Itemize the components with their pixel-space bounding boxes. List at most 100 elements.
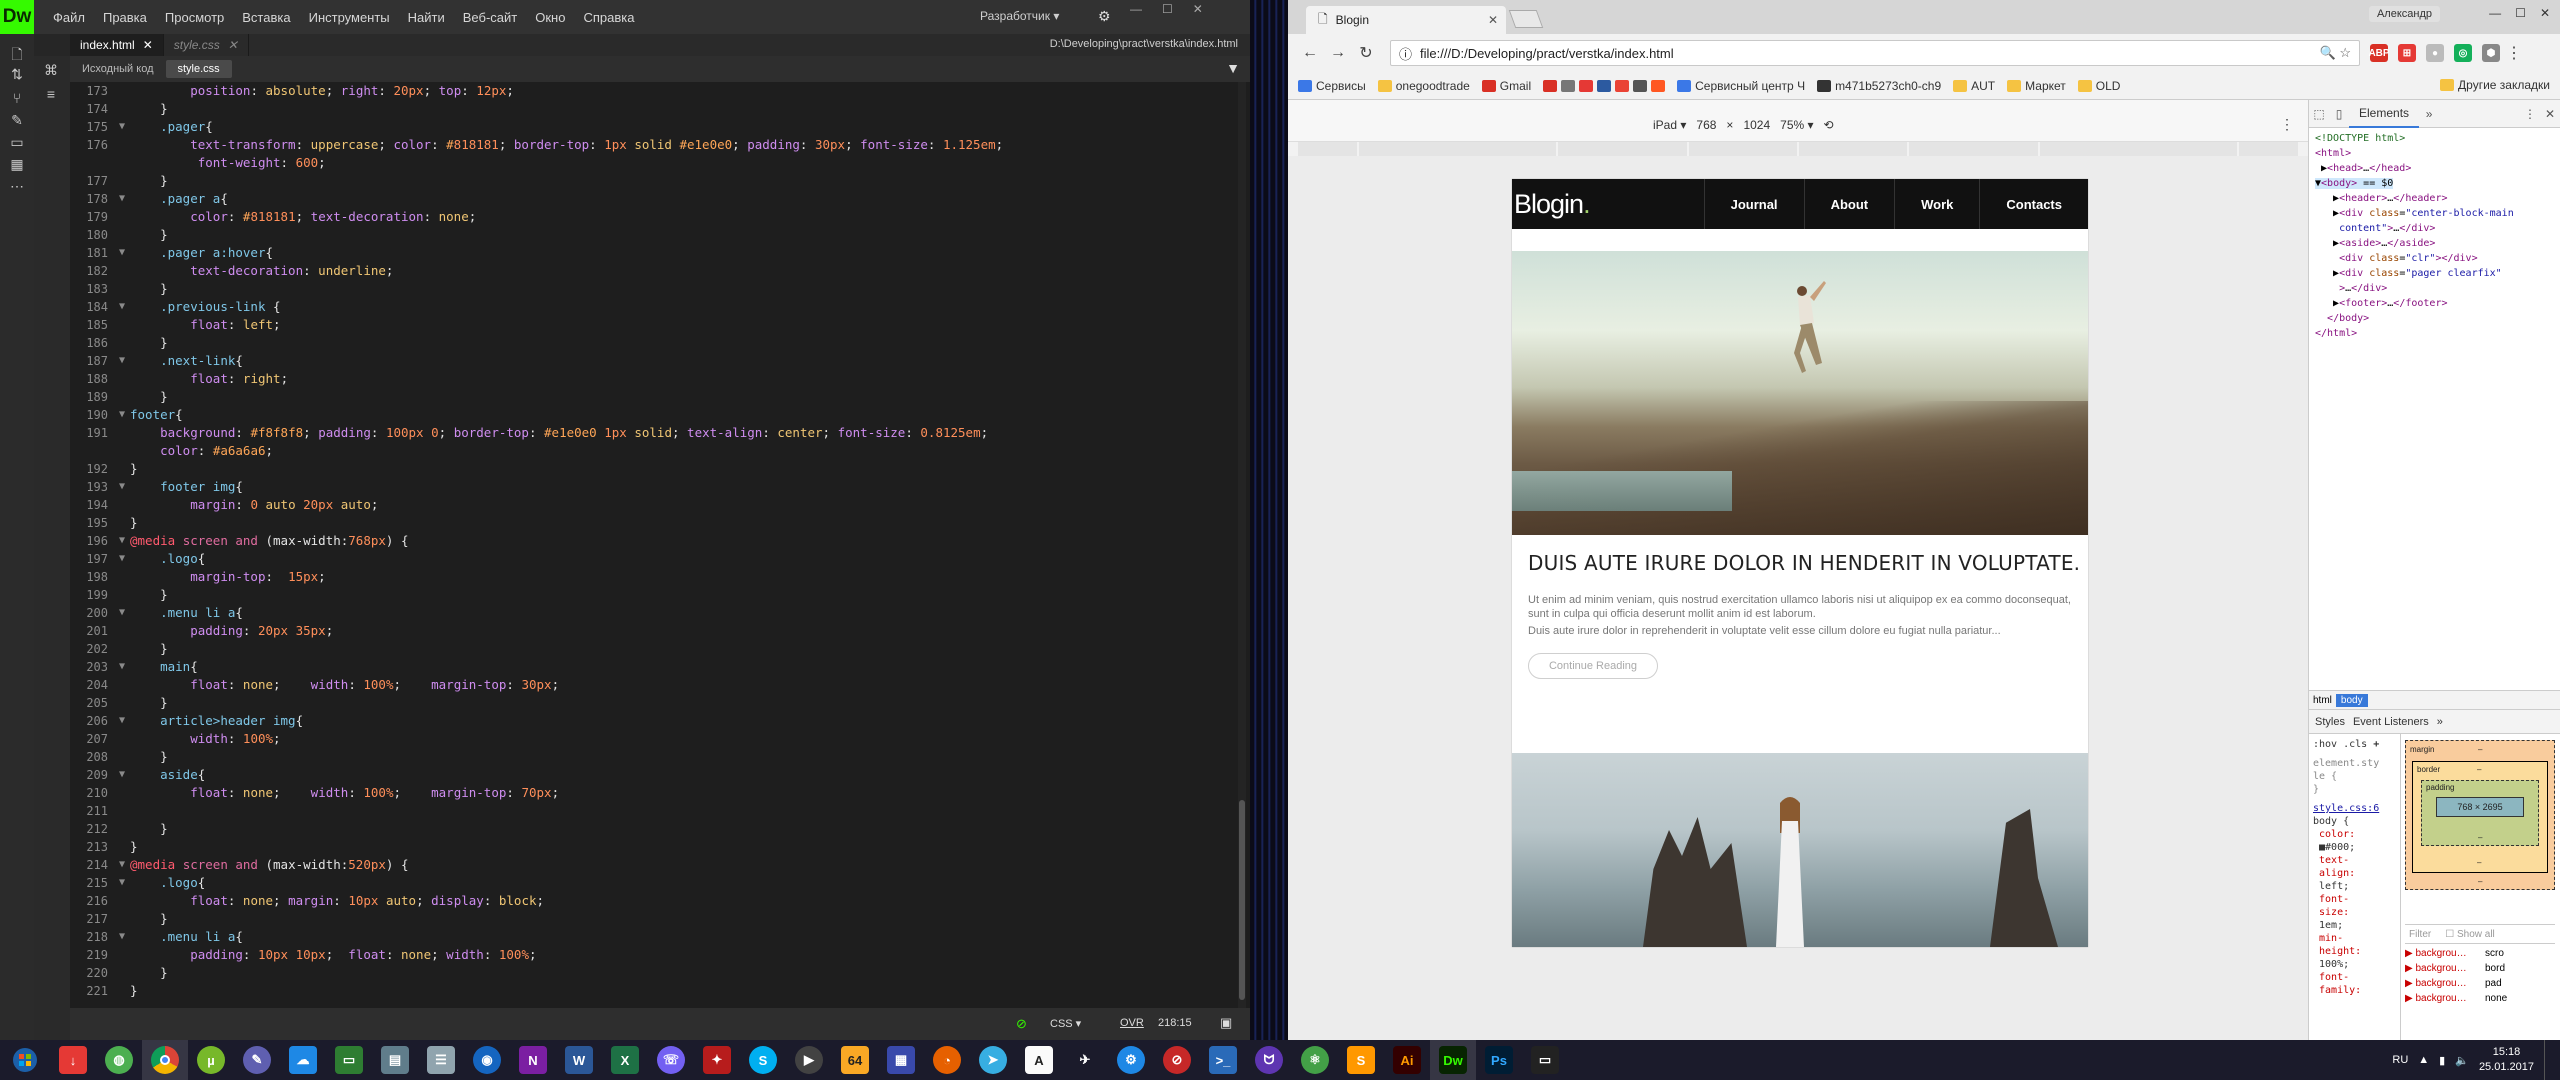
maximize-icon[interactable]: ☐ bbox=[2515, 6, 2526, 20]
dom-icon[interactable]: ⌘ bbox=[42, 62, 60, 80]
gear-icon[interactable]: ⚙ bbox=[1098, 8, 1111, 25]
code-line[interactable]: 197 ▼ .logo{ bbox=[70, 550, 1250, 568]
code-line[interactable]: 213} bbox=[70, 838, 1250, 856]
taskbar-archive-app[interactable]: ▦ bbox=[878, 1040, 924, 1080]
fold-toggle-icon[interactable]: ▼ bbox=[114, 352, 130, 370]
zoom-select[interactable]: 75% ▾ bbox=[1780, 118, 1813, 132]
code-line[interactable]: 185 float: left; bbox=[70, 316, 1250, 334]
network-icon[interactable]: ▮ bbox=[2439, 1054, 2445, 1067]
browser-tab[interactable]: 🗋 Blogin ✕ bbox=[1306, 6, 1506, 34]
fold-toggle-icon[interactable]: ▼ bbox=[114, 118, 130, 136]
taskbar-utorrent[interactable]: µ bbox=[188, 1040, 234, 1080]
filter-input[interactable]: Filter bbox=[2409, 929, 2431, 940]
brush-icon[interactable]: ✎ bbox=[8, 112, 26, 130]
tab-style-css[interactable]: style.css ✕ bbox=[164, 34, 249, 56]
menu-view[interactable]: Просмотр bbox=[156, 10, 233, 25]
crumb-html[interactable]: html bbox=[2313, 695, 2332, 706]
menu-file[interactable]: Файл bbox=[44, 10, 94, 25]
bookmark-memory[interactable]: m471b5273ch0-ch9 bbox=[1817, 79, 1941, 93]
close-icon[interactable]: ✕ bbox=[1193, 2, 1203, 16]
language-selector[interactable]: CSS ▾ bbox=[1050, 1017, 1081, 1030]
taskbar-terminal[interactable]: ▭ bbox=[1522, 1040, 1568, 1080]
fold-toggle-icon[interactable]: ▼ bbox=[114, 874, 130, 892]
style-css-button[interactable]: style.css bbox=[165, 60, 232, 78]
taskbar-viber[interactable]: ☏ bbox=[648, 1040, 694, 1080]
tab-elements[interactable]: Elements bbox=[2349, 100, 2420, 128]
menu-insert[interactable]: Вставка bbox=[233, 10, 299, 25]
volume-icon[interactable]: 🔈 bbox=[2455, 1054, 2469, 1067]
code-line[interactable]: 190 ▼ footer{ bbox=[70, 406, 1250, 424]
computed-row[interactable]: ▶ backgrou… none bbox=[2405, 991, 2555, 1006]
taskbar-cat-app[interactable]: ᗢ bbox=[1246, 1040, 1292, 1080]
hov-toggle[interactable]: :hov bbox=[2313, 739, 2337, 750]
address-bar[interactable]: ⓘ file:///D:/Developing/pract/verstka/in… bbox=[1390, 40, 2360, 66]
rotate-icon[interactable]: ⟲ bbox=[1824, 118, 1834, 132]
reload-icon[interactable]: ↻ bbox=[1352, 43, 1380, 63]
taskbar-firefox[interactable]: ◔ bbox=[924, 1040, 970, 1080]
computed-row[interactable]: ▶ backgrou… scro bbox=[2405, 946, 2555, 961]
bookmark-icons[interactable] bbox=[1543, 79, 1666, 92]
nav-work[interactable]: Work bbox=[1894, 179, 1979, 229]
code-line[interactable]: 195} bbox=[70, 514, 1250, 532]
tab-styles[interactable]: Styles bbox=[2315, 716, 2345, 728]
code-line[interactable]: 184 ▼ .previous-link { bbox=[70, 298, 1250, 316]
extension-icon[interactable]: ⬢ bbox=[2482, 44, 2500, 62]
computed-row[interactable]: ▶ backgrou… bord bbox=[2405, 961, 2555, 976]
taskbar-skype[interactable]: S bbox=[740, 1040, 786, 1080]
nav-journal[interactable]: Journal bbox=[1703, 179, 1804, 229]
code-line[interactable]: 215 ▼ .logo{ bbox=[70, 874, 1250, 892]
taskbar-64-app[interactable]: 64 bbox=[832, 1040, 878, 1080]
scrollbar-thumb[interactable] bbox=[1239, 800, 1245, 1000]
more-tabs-icon[interactable]: » bbox=[2437, 716, 2443, 728]
fold-toggle-icon[interactable]: ▼ bbox=[114, 766, 130, 784]
assets-icon[interactable]: ▦ bbox=[8, 156, 26, 174]
code-line[interactable]: 209 ▼ aside{ bbox=[70, 766, 1250, 784]
code-line[interactable]: 193 ▼ footer img{ bbox=[70, 478, 1250, 496]
code-line[interactable]: 179 color: #818181; text-decoration: non… bbox=[70, 208, 1250, 226]
branch-icon[interactable]: ⑂ bbox=[8, 90, 26, 108]
more-tabs-icon[interactable]: » bbox=[2419, 107, 2439, 121]
info-icon[interactable]: ⓘ bbox=[1399, 44, 1412, 63]
taskbar-globe-app[interactable]: ◍ bbox=[96, 1040, 142, 1080]
taskbar-cloud-app[interactable]: ☁ bbox=[280, 1040, 326, 1080]
taskbar-paint-app[interactable]: ✎ bbox=[234, 1040, 280, 1080]
taskbar-word[interactable]: W bbox=[556, 1040, 602, 1080]
code-line[interactable]: 176 text-transform: uppercase; color: #8… bbox=[70, 136, 1250, 154]
bookmark-services[interactable]: Сервисы bbox=[1298, 79, 1366, 93]
menu-tools[interactable]: Инструменты bbox=[300, 10, 399, 25]
media-query-bar[interactable] bbox=[1298, 142, 2298, 156]
code-line[interactable]: 189 } bbox=[70, 388, 1250, 406]
dom-tree[interactable]: <!DOCTYPE html> <html> ▶<head>…</head> ▼… bbox=[2309, 128, 2560, 668]
extension-icon[interactable]: ● bbox=[2426, 44, 2444, 62]
code-line[interactable]: 183 } bbox=[70, 280, 1250, 298]
taskbar-dreamweaver[interactable]: Dw bbox=[1430, 1040, 1476, 1080]
code-line[interactable]: 198 margin-top: 15px; bbox=[70, 568, 1250, 586]
code-line[interactable]: 186 } bbox=[70, 334, 1250, 352]
close-icon[interactable]: ✕ bbox=[1488, 13, 1498, 27]
fold-toggle-icon[interactable]: ▼ bbox=[114, 406, 130, 424]
menu-site[interactable]: Веб-сайт bbox=[454, 10, 526, 25]
menu-help[interactable]: Справка bbox=[574, 10, 643, 25]
code-line[interactable]: 173 position: absolute; right: 20px; top… bbox=[70, 82, 1250, 100]
tab-event-listeners[interactable]: Event Listeners bbox=[2353, 716, 2429, 728]
more-icon[interactable]: ⋯ bbox=[8, 178, 26, 196]
cls-toggle[interactable]: .cls bbox=[2343, 739, 2367, 750]
computed-row[interactable]: ▶ backgrou… pad bbox=[2405, 976, 2555, 991]
preview-icon[interactable]: ▣ bbox=[1220, 1015, 1232, 1031]
fold-toggle-icon[interactable]: ▼ bbox=[114, 604, 130, 622]
code-line[interactable]: 187 ▼ .next-link{ bbox=[70, 352, 1250, 370]
code-line[interactable]: 194 margin: 0 auto 20px auto; bbox=[70, 496, 1250, 514]
zoom-icon[interactable]: 🔍 ☆ bbox=[2320, 45, 2351, 61]
source-code-button[interactable]: Исходный код bbox=[70, 60, 166, 78]
continue-reading-button[interactable]: Continue Reading bbox=[1528, 653, 1658, 679]
code-line[interactable]: 221} bbox=[70, 982, 1250, 1000]
taskbar-excel[interactable]: X bbox=[602, 1040, 648, 1080]
code-line[interactable]: 196 ▼ @media screen and (max-width:768px) … bbox=[70, 532, 1250, 550]
device-select[interactable]: iPad ▾ bbox=[1653, 118, 1686, 132]
taskbar-scanner-app[interactable]: ▤ bbox=[372, 1040, 418, 1080]
taskbar-telegram[interactable]: ➤ bbox=[970, 1040, 1016, 1080]
start-button[interactable] bbox=[0, 1040, 50, 1080]
taskbar-sublime[interactable]: S bbox=[1338, 1040, 1384, 1080]
fold-toggle-icon[interactable]: ▼ bbox=[114, 550, 130, 568]
code-line[interactable]: 174 } bbox=[70, 100, 1250, 118]
